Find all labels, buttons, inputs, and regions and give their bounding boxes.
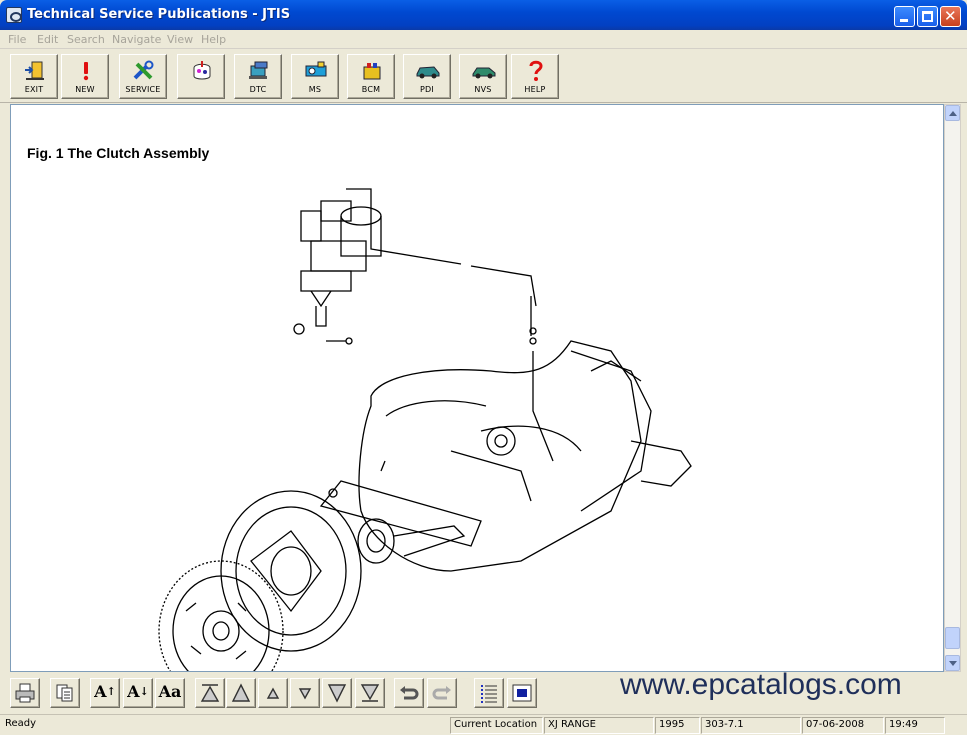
clutch-assembly-illustration: [158, 188, 692, 671]
triangle-down-small-icon: [298, 688, 312, 700]
down-arrow-icon: ↓: [139, 685, 149, 698]
menu-edit[interactable]: Edit: [37, 33, 58, 46]
dtc-icon: [249, 61, 268, 79]
menu-file[interactable]: File: [8, 33, 26, 46]
nvs-button[interactable]: NVS: [459, 54, 507, 99]
minimize-button[interactable]: [894, 6, 915, 27]
bcm-label: BCM: [361, 85, 381, 94]
menu-navigate[interactable]: Navigate: [112, 33, 161, 46]
close-icon: ✕: [944, 7, 957, 25]
watermark-text: www.epcatalogs.com: [620, 668, 902, 701]
exclamation-icon: [83, 62, 89, 81]
scroll-up-button[interactable]: [945, 105, 960, 121]
font-decrease-button[interactable]: A↓: [123, 678, 153, 708]
last-page-button[interactable]: [355, 678, 385, 708]
maximize-icon: [922, 11, 933, 22]
ms-button[interactable]: MS: [291, 54, 339, 99]
nvs-label: NVS: [474, 85, 492, 94]
triangle-up-large-icon: [231, 683, 251, 702]
menu-bar: File Edit Search Navigate View Help: [0, 30, 967, 49]
back-button[interactable]: [394, 678, 424, 708]
exit-label: EXIT: [24, 85, 44, 94]
pdi-label: PDI: [420, 85, 434, 94]
next-page-button[interactable]: [290, 678, 320, 708]
forward-button[interactable]: [427, 678, 457, 708]
help-button[interactable]: HELP: [511, 54, 559, 99]
printer-icon: [15, 683, 35, 703]
bcm-icon: [363, 63, 381, 80]
figure-title: Fig. 1 The Clutch Assembly: [27, 145, 210, 161]
last-page-icon: [360, 684, 380, 702]
font-increase-glyph: A: [94, 682, 107, 701]
previous-section-button[interactable]: [226, 678, 256, 708]
app-icon[interactable]: [6, 7, 22, 23]
dtc-label: DTC: [249, 85, 267, 94]
redo-arrow-icon: [432, 686, 451, 700]
main-toolbar: EXIT NEW SERVICE DTC MS BCM PDI NVS HELP: [0, 49, 967, 103]
status-time: 19:49: [885, 717, 945, 734]
screen-icon: [512, 684, 532, 702]
fullscreen-button[interactable]: [507, 678, 537, 708]
first-page-button[interactable]: [195, 678, 225, 708]
service-label: SERVICE: [125, 85, 161, 94]
print-button[interactable]: [10, 678, 40, 708]
menu-view[interactable]: View: [167, 33, 193, 46]
menu-search[interactable]: Search: [67, 33, 105, 46]
window-title: Technical Service Publications - JTIS: [27, 7, 291, 22]
scroll-thumb[interactable]: [945, 627, 960, 649]
pdi-button[interactable]: PDI: [403, 54, 451, 99]
next-section-button[interactable]: [322, 678, 352, 708]
minimize-icon: [900, 19, 908, 22]
diagnostic-button[interactable]: [177, 54, 225, 99]
document-viewer[interactable]: Fig. 1 The Clutch Assembly: [10, 104, 944, 672]
wrench-icon: [133, 60, 154, 80]
scroll-down-button[interactable]: [945, 655, 960, 671]
diagnostic-icon: [193, 61, 211, 80]
triangle-down-large-icon: [327, 684, 347, 703]
status-year: 1995: [655, 717, 700, 734]
ms-label: MS: [308, 85, 322, 94]
list-icon: [481, 685, 497, 703]
font-case-glyph: Aa: [158, 682, 182, 701]
service-button[interactable]: SERVICE: [119, 54, 167, 99]
close-button[interactable]: ✕: [940, 6, 961, 27]
nvs-car-icon: [472, 67, 496, 79]
font-case-button[interactable]: Aa: [155, 678, 185, 708]
maximize-button[interactable]: [917, 6, 938, 27]
new-label: NEW: [75, 85, 95, 94]
status-date: 07-06-2008: [802, 717, 884, 734]
exit-button[interactable]: EXIT: [10, 54, 58, 99]
status-ready: Ready: [5, 718, 37, 729]
help-label: HELP: [524, 85, 546, 94]
arrow-down-icon: [949, 661, 957, 666]
exit-door-icon: [25, 61, 44, 80]
status-location-label: Current Location: [450, 717, 543, 734]
copy-button[interactable]: [50, 678, 80, 708]
bcm-button[interactable]: BCM: [347, 54, 395, 99]
pdi-car-icon: [416, 66, 440, 79]
title-bar: Technical Service Publications - JTIS ✕: [0, 0, 967, 30]
status-model: XJ RANGE: [544, 717, 654, 734]
status-bar: Ready Current Location XJ RANGE 1995 303…: [0, 714, 967, 735]
question-icon: [529, 60, 543, 81]
previous-page-button[interactable]: [258, 678, 288, 708]
undo-arrow-icon: [400, 686, 419, 700]
contents-list-button[interactable]: [474, 678, 504, 708]
ms-icon: [305, 61, 327, 77]
up-arrow-icon: ↑: [106, 685, 116, 698]
dtc-button[interactable]: DTC: [234, 54, 282, 99]
first-page-icon: [200, 684, 220, 702]
vertical-scrollbar[interactable]: [944, 104, 961, 672]
menu-help[interactable]: Help: [201, 33, 226, 46]
new-button[interactable]: NEW: [61, 54, 109, 99]
triangle-up-small-icon: [266, 687, 280, 699]
copy-icon: [56, 684, 73, 702]
font-increase-button[interactable]: A↑: [90, 678, 120, 708]
font-decrease-glyph: A: [127, 682, 140, 701]
status-section: 303-7.1: [701, 717, 801, 734]
arrow-up-icon: [949, 111, 957, 116]
